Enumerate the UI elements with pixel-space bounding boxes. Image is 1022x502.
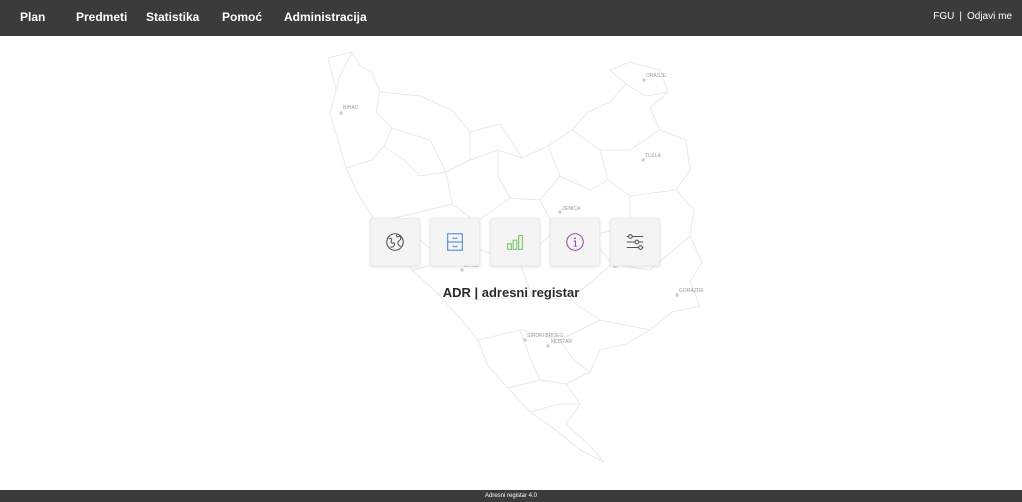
user-area: FGU | Odjavi me — [933, 0, 1012, 36]
app-title: ADR | adresni registar — [442, 285, 580, 300]
footer-version: Adresni registar 4.0 — [484, 493, 538, 499]
info-icon — [566, 233, 584, 251]
globe-icon — [386, 233, 404, 251]
archive-drawer-icon — [447, 233, 463, 251]
module-tile-map[interactable] — [370, 218, 420, 266]
nav-item-predmeti[interactable]: Predmeti — [76, 0, 127, 36]
city-dot-bihac — [339, 111, 343, 115]
module-tile-settings[interactable] — [610, 218, 660, 266]
footer-bar: Adresni registar 4.0 — [0, 490, 1022, 502]
nav-item-pomoc[interactable]: Pomoć — [222, 0, 262, 36]
module-tile-archive[interactable] — [430, 218, 480, 266]
top-nav-bar: Plan Predmeti Statistika Pomoć Administr… — [0, 0, 1022, 36]
city-label-bihac: BIHAC — [343, 105, 359, 111]
nav-item-plan[interactable]: Plan — [20, 0, 45, 36]
sliders-icon — [626, 234, 644, 250]
city-label-tuzla: TUZLA — [645, 153, 662, 159]
user-name[interactable]: FGU — [933, 11, 954, 22]
city-label-zenica: ZENICA — [562, 206, 581, 212]
city-label-mostar: MOSTAR — [551, 339, 572, 345]
city-label-orasje: ORASJE — [646, 73, 667, 79]
city-dot-mostar — [546, 344, 550, 348]
user-separator: | — [959, 11, 962, 22]
nav-item-administracija[interactable]: Administracija — [284, 0, 367, 36]
module-tile-info[interactable] — [550, 218, 600, 266]
module-tile-statistics[interactable] — [490, 218, 540, 266]
nav-item-statistika[interactable]: Statistika — [146, 0, 199, 36]
logout-link[interactable]: Odjavi me — [967, 11, 1012, 22]
bar-chart-icon — [507, 235, 523, 250]
module-tiles — [370, 218, 660, 266]
